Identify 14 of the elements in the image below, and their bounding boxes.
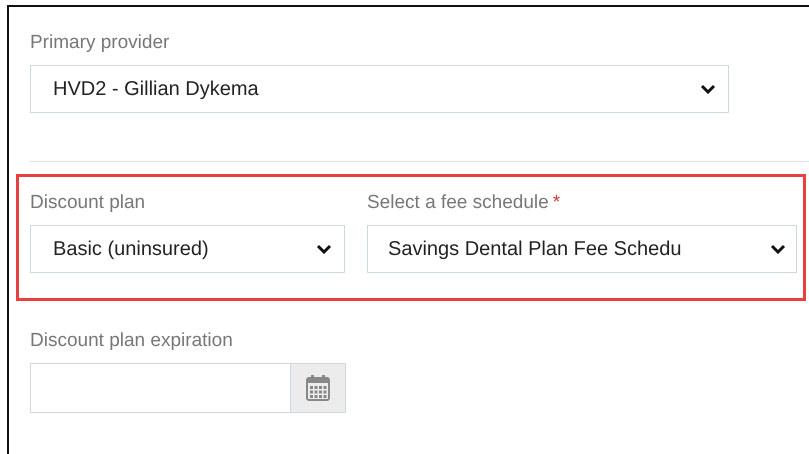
required-mark: * <box>552 191 560 215</box>
chevron-down-icon <box>316 244 332 254</box>
date-field[interactable] <box>30 363 346 413</box>
discount-plan-select[interactable]: Basic (uninsured) <box>30 225 345 273</box>
chevron-down-icon <box>700 84 716 94</box>
calendar-icon <box>305 374 331 402</box>
field-label: Discount plan <box>30 191 146 215</box>
field-label: Primary provider <box>30 31 170 55</box>
chevron-down-icon <box>770 244 786 254</box>
field-label: Discount plan expiration <box>30 329 234 353</box>
provider-select[interactable]: HVD2 - Gillian Dykema <box>30 65 729 113</box>
field-label: Select a fee schedule <box>367 191 549 215</box>
calendar-button[interactable] <box>290 364 345 412</box>
fee-schedule-select[interactable]: Savings Dental Plan Fee Schedu <box>367 225 797 273</box>
